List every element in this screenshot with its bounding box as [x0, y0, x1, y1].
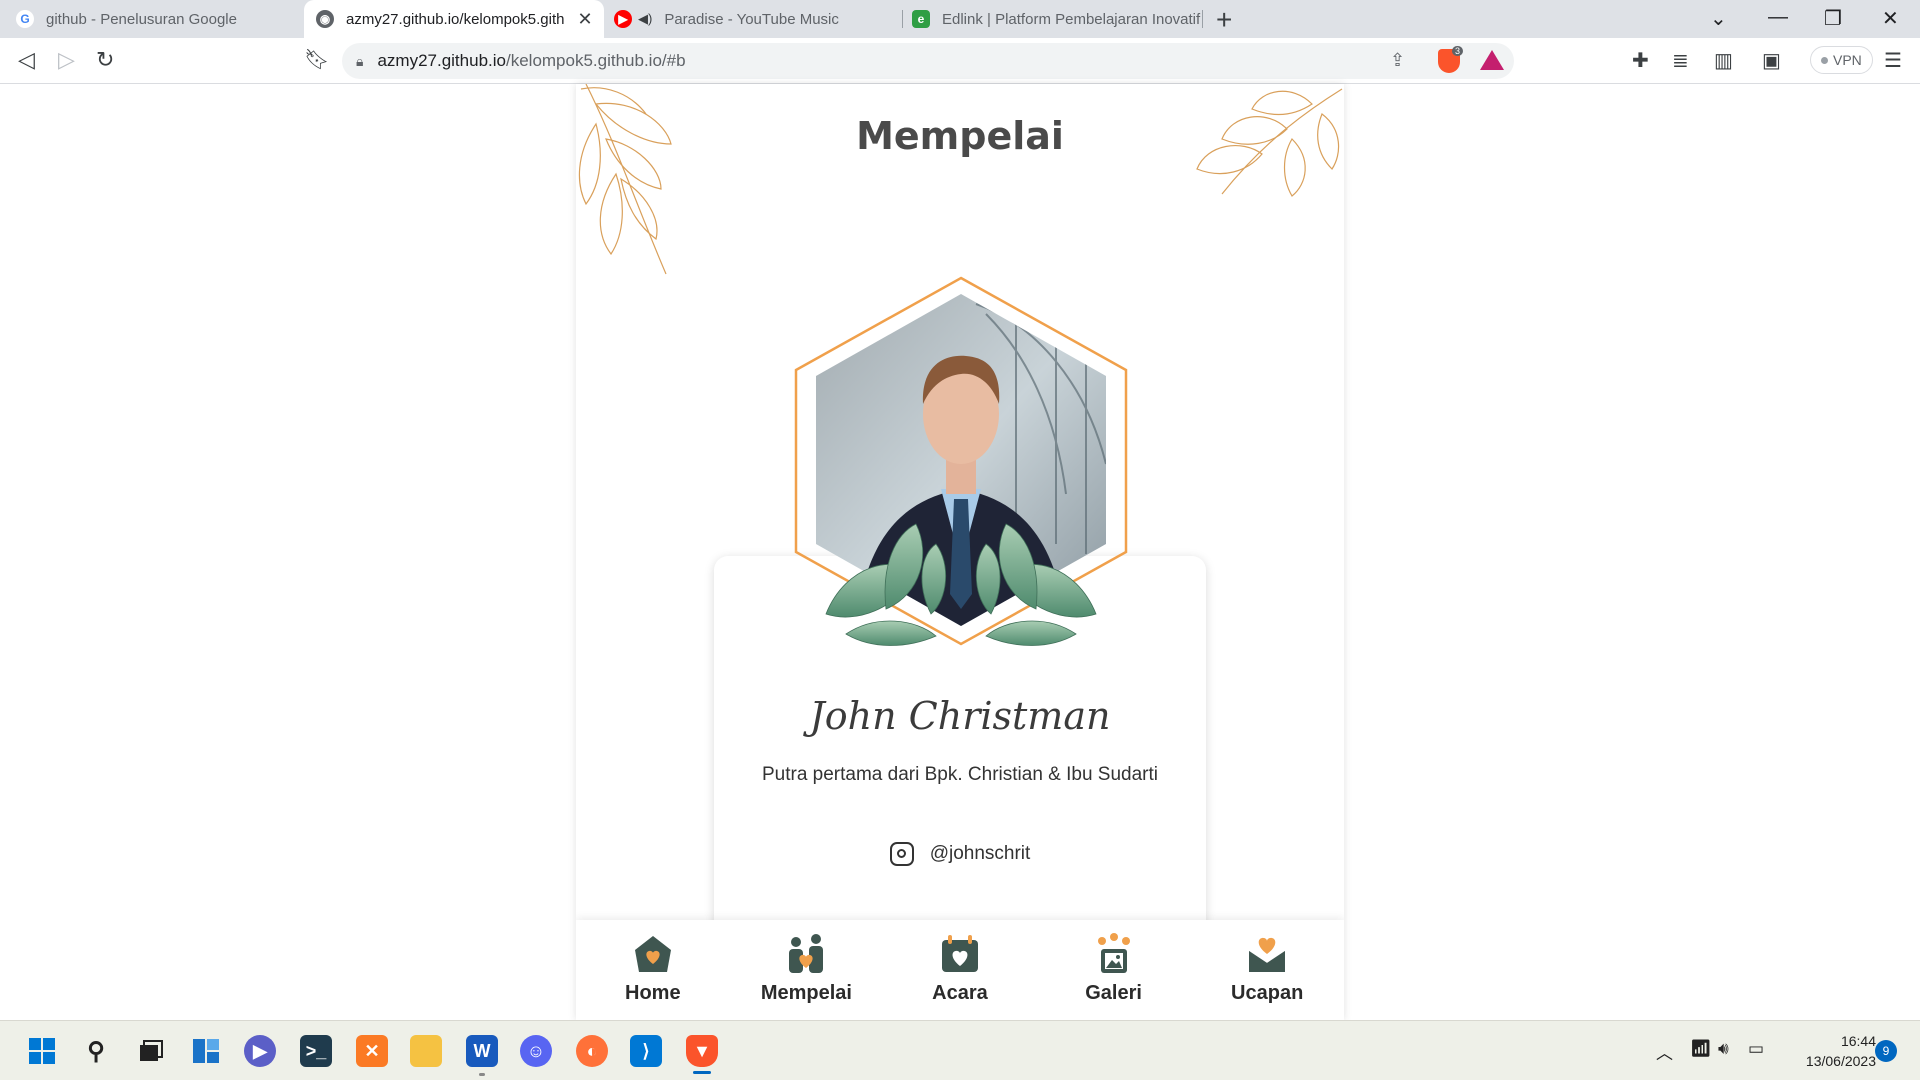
wifi-icon[interactable]: 📶︎: [1690, 1039, 1712, 1059]
envelope-heart-icon: [1248, 937, 1286, 972]
groom-name: John Christman: [809, 694, 1111, 738]
vpn-status-dot: [1821, 56, 1828, 64]
lock-icon: 🔒︎: [356, 52, 364, 69]
instagram-handle: @johnschrit: [929, 843, 1031, 864]
tab-title: Paradise - YouTube Music: [664, 10, 839, 28]
vscode-icon[interactable]: ⟩: [630, 1035, 662, 1067]
search-icon[interactable]: ⚲: [80, 1035, 112, 1067]
tab-title: azmy27.github.io/kelompok5.gith: [346, 10, 565, 28]
windows-start-icon[interactable]: [26, 1035, 58, 1067]
widgets-icon[interactable]: [190, 1035, 222, 1067]
edlink-icon: e: [912, 10, 930, 28]
nav-item-ucapan[interactable]: Ucapan: [1190, 920, 1344, 1020]
nav-label: Acara: [932, 982, 988, 1004]
tab-google[interactable]: G github - Penelusuran Google: [0, 0, 300, 38]
tab-title: github - Penelusuran Google: [46, 10, 237, 28]
clock-date: 13/06/2023: [1805, 1053, 1876, 1069]
groom-portrait: [794, 276, 1128, 646]
tab-bar: G github - Penelusuran Google ◉ azmy27.g…: [0, 0, 1920, 38]
brave-rewards-icon[interactable]: [1480, 50, 1504, 70]
back-icon[interactable]: ◁: [18, 47, 35, 73]
instagram-icon: [889, 842, 914, 866]
url-input[interactable]: 🔒︎ azmy27.github.io/kelompok5.github.io/…: [342, 43, 1514, 79]
home-heart-icon: [634, 936, 671, 972]
notification-badge[interactable]: 9: [1875, 1040, 1897, 1062]
wedding-page: Mempelai John Christman Putra pertama da…: [576, 84, 1344, 1020]
nav-item-acara[interactable]: Acara: [883, 920, 1037, 1020]
nav-item-galeri[interactable]: Galeri: [1037, 920, 1191, 1020]
nav-item-mempelai[interactable]: Mempelai: [730, 920, 884, 1020]
gallery-icon: [1097, 933, 1130, 973]
page-title: Mempelai: [856, 114, 1064, 158]
media-controls-icon[interactable]: ≣: [1672, 48, 1689, 73]
extensions-icon[interactable]: ✚: [1632, 48, 1649, 73]
active-app-indicator: [693, 1071, 711, 1074]
address-bar-row: ◁ ▷ ↻ 🔖︎ 🔒︎ azmy27.github.io/kelompok5.g…: [0, 38, 1920, 84]
groom-description: Putra pertama dari Bpk. Christian & Ibu …: [761, 764, 1159, 785]
couple-icon: [789, 934, 824, 973]
battery-icon[interactable]: ▭: [1748, 1039, 1764, 1059]
tab-separator: [902, 10, 903, 28]
sidebar-icon[interactable]: ▥: [1714, 48, 1733, 73]
nav-label: Ucapan: [1231, 982, 1304, 1004]
reload-icon[interactable]: ↻: [96, 47, 114, 73]
wallet-icon[interactable]: ▣: [1762, 48, 1781, 73]
minimize-icon[interactable]: —: [1768, 6, 1788, 29]
nav-label: Home: [625, 982, 681, 1004]
bottom-navigation: Home Mempelai Acara Galeri Ucapan: [576, 920, 1344, 1020]
url-path: /kelompok5.github.io/#b: [505, 51, 686, 70]
groom-instagram-link[interactable]: @johnschrit: [576, 842, 1344, 866]
calendar-heart-icon: [941, 935, 978, 972]
url-host: azmy27.github.io: [377, 51, 506, 70]
youtube-music-icon: ▶: [614, 10, 632, 28]
tab-edlink[interactable]: e Edlink | Platform Pembelajaran Inovati…: [912, 0, 1202, 38]
tab-active-site[interactable]: ◉ azmy27.github.io/kelompok5.gith ✕: [304, 0, 604, 38]
tab-youtube-music[interactable]: ▶ ◀) Paradise - YouTube Music: [610, 0, 900, 38]
vpn-label: VPN: [1833, 52, 1862, 68]
bookmark-icon[interactable]: 🔖︎: [304, 47, 329, 72]
tab-separator: [1202, 10, 1203, 28]
task-view-icon[interactable]: [134, 1035, 166, 1067]
share-icon[interactable]: ⇪: [1390, 50, 1405, 71]
audio-playing-icon[interactable]: ◀): [638, 11, 652, 27]
word-icon[interactable]: W: [466, 1035, 498, 1067]
firefox-icon[interactable]: ◐: [576, 1035, 608, 1067]
forward-icon[interactable]: ▷: [58, 47, 75, 73]
menu-icon[interactable]: ☰: [1884, 48, 1902, 73]
tab-search-chevron-icon[interactable]: ⌄: [1710, 6, 1727, 31]
chat-icon[interactable]: ▶: [244, 1035, 276, 1067]
globe-icon: ◉: [316, 10, 334, 28]
nav-label: Mempelai: [760, 982, 852, 1004]
nav-label: Galeri: [1085, 982, 1142, 1004]
nav-item-home[interactable]: Home: [576, 920, 730, 1020]
clock[interactable]: 16:44 13/06/2023: [1786, 1031, 1876, 1071]
close-window-icon[interactable]: ✕: [1882, 6, 1899, 31]
google-icon: G: [16, 10, 34, 28]
restore-icon[interactable]: ❐: [1824, 6, 1842, 31]
new-tab-icon[interactable]: +: [1216, 4, 1232, 36]
xampp-icon[interactable]: ✕: [356, 1035, 388, 1067]
tab-title: Edlink | Platform Pembelajaran Inovatif: [942, 10, 1201, 28]
running-indicator: [479, 1073, 485, 1076]
close-tab-icon[interactable]: ✕: [574, 9, 596, 30]
taskbar: ⚲ ▶ >_ ✕ W ☺ ◐ ⟩ ▼ ︿ 📶︎ 🔊︎ ▭ 16:44 13/06…: [0, 1020, 1920, 1080]
shield-count-badge: 3: [1452, 46, 1464, 56]
discord-icon[interactable]: ☺: [520, 1035, 552, 1067]
volume-icon[interactable]: 🔊︎: [1718, 1039, 1729, 1059]
show-hidden-icons-chevron-icon[interactable]: ︿: [1656, 1039, 1673, 1064]
file-explorer-icon[interactable]: [410, 1035, 442, 1067]
clock-time: 16:44: [1840, 1033, 1876, 1049]
terminal-app-icon[interactable]: >_: [300, 1035, 332, 1067]
vpn-button[interactable]: VPN: [1810, 46, 1873, 74]
brave-browser-icon[interactable]: ▼: [686, 1035, 718, 1067]
